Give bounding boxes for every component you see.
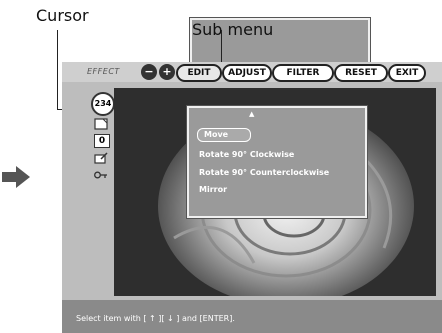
tab-edit[interactable]: EDIT (176, 64, 222, 82)
effect-label: EFFECT (87, 67, 120, 76)
zoom-in-icon[interactable]: + (159, 64, 175, 80)
right-arrow-icon (2, 166, 30, 188)
menu-item-rotate-clockwise[interactable]: Rotate 90° Clockwise (199, 150, 294, 159)
menu-item-move[interactable]: Move (197, 128, 251, 142)
camera-screen: EFFECT − + EDIT ADJUST FILTER RESET EXIT… (62, 62, 442, 333)
sidebar: 234 0 (62, 84, 115, 254)
status-bar: Select item with [ ↑ ][ ↓ ] and [ENTER]. (62, 300, 442, 333)
document-icon (94, 118, 108, 130)
cursor-callout-label: Cursor (36, 6, 89, 25)
photo-preview: ▲ Move Rotate 90° Clockwise Rotate 90° C… (114, 88, 436, 296)
effect-toolbar: EFFECT − + EDIT ADJUST FILTER RESET EXIT (62, 62, 442, 84)
menu-item-rotate-counterclockwise[interactable]: Rotate 90° Counterclockwise (199, 168, 329, 177)
cursor-leader-line-vertical (57, 30, 58, 109)
menu-item-mirror[interactable]: Mirror (199, 185, 227, 194)
image-counter-badge: 234 (91, 92, 115, 116)
submenu-caret-icon: ▲ (249, 110, 255, 118)
submenu: ▲ Move Rotate 90° Clockwise Rotate 90° C… (187, 106, 367, 218)
value-box: 0 (94, 134, 110, 148)
tab-exit[interactable]: EXIT (388, 64, 426, 82)
tab-filter[interactable]: FILTER (272, 64, 334, 82)
tab-adjust[interactable]: ADJUST (222, 64, 272, 82)
zoom-out-icon[interactable]: − (141, 64, 157, 80)
protect-key-icon (94, 171, 107, 179)
tab-reset[interactable]: RESET (334, 64, 388, 82)
status-text: Select item with [ ↑ ][ ↓ ] and [ENTER]. (76, 314, 235, 323)
edit-icon (94, 152, 108, 164)
